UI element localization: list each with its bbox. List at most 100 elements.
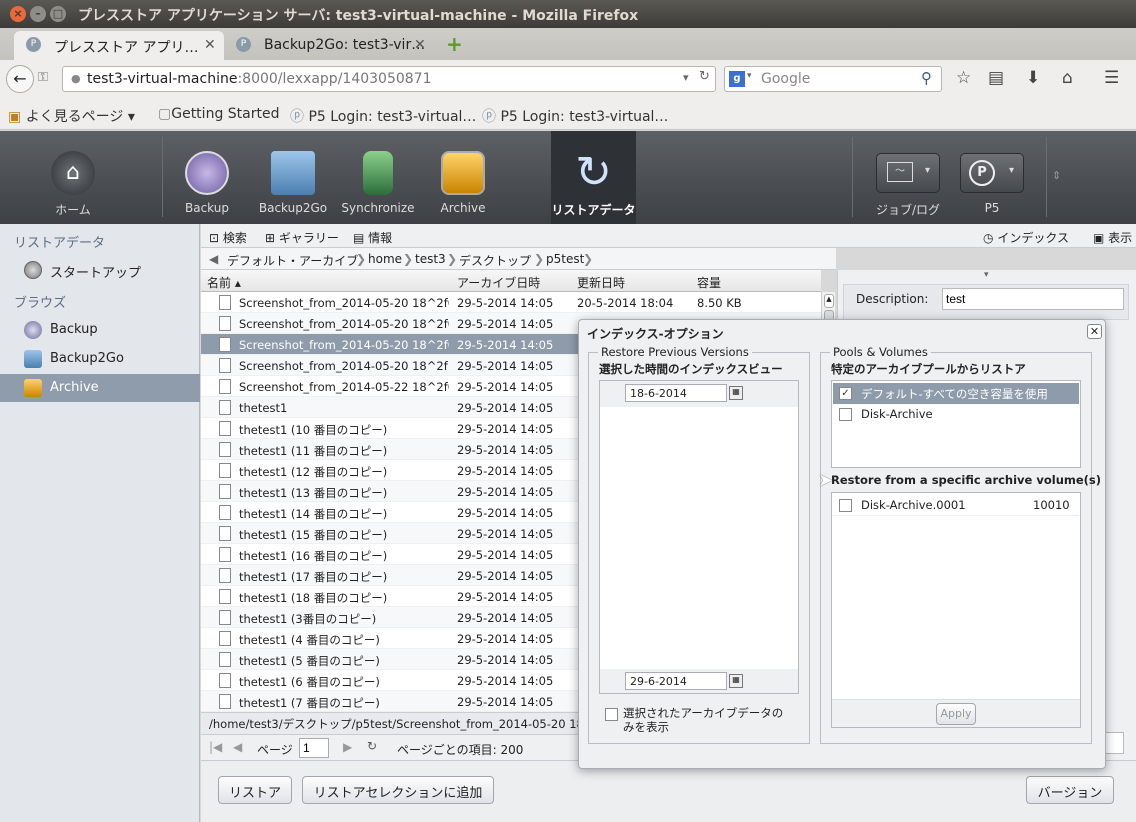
- bookmark-star-icon[interactable]: ☆: [956, 68, 971, 88]
- column-archive-date[interactable]: アーカイブ日時: [457, 274, 540, 291]
- download-icon[interactable]: ⬇: [1026, 68, 1040, 88]
- breadcrumb-back-icon[interactable]: ◀: [209, 252, 218, 266]
- volume-row[interactable]: Disk-Archive.0001 10010: [833, 494, 1079, 516]
- restore-action-button[interactable]: リストア: [218, 776, 292, 804]
- pool-checkbox[interactable]: [839, 408, 852, 421]
- column-modified-date[interactable]: 更新日時: [577, 274, 625, 291]
- gallery-button[interactable]: ⊞ ギャラリー: [265, 229, 339, 246]
- reload-icon[interactable]: ↻: [699, 69, 710, 84]
- bookmark-p5-login-2[interactable]: ⓟ P5 Login: test3-virtual…: [482, 106, 668, 126]
- chevron-down-icon[interactable]: ▾: [925, 165, 930, 176]
- chevron-down-icon[interactable]: ▾: [747, 71, 752, 81]
- pool-row-default[interactable]: ✓ デフォルト-すべての空き容量を使用: [833, 383, 1079, 404]
- info-button[interactable]: ▤ 情報: [353, 229, 392, 246]
- menu-icon[interactable]: ☰: [1104, 68, 1119, 88]
- volume-footer: Apply: [832, 699, 1080, 727]
- column-size[interactable]: 容量: [697, 274, 721, 291]
- google-icon[interactable]: g: [729, 71, 745, 87]
- sidebar-item-backup2go[interactable]: Backup2Go: [0, 345, 200, 373]
- index-view-label: 選択した時間のインデックスビュー: [599, 362, 783, 376]
- file-name: thetest1 (3番目のコピー): [239, 612, 377, 626]
- date-to-field[interactable]: 29-6-2014: [625, 672, 727, 690]
- archive-icon: [441, 151, 485, 195]
- backup-button[interactable]: Backup: [172, 131, 242, 224]
- index-clock-icon: ◷: [983, 231, 994, 245]
- backup2go-button[interactable]: Backup2Go: [252, 131, 334, 224]
- next-page-icon[interactable]: ▶: [343, 740, 352, 754]
- view-button[interactable]: ▣ 表示: [1093, 229, 1132, 246]
- back-icon[interactable]: ←: [6, 65, 34, 93]
- date-from-field[interactable]: 18-6-2014: [625, 384, 727, 402]
- sidebar-item-backup[interactable]: Backup: [0, 316, 200, 344]
- sidebar-item-startup[interactable]: スタートアップ: [0, 256, 200, 284]
- bookmark-getting-started[interactable]: ▢Getting Started: [158, 106, 279, 122]
- breadcrumb-item[interactable]: home: [368, 252, 402, 266]
- refresh-icon[interactable]: ↻: [367, 739, 377, 753]
- pool-row-disk-archive[interactable]: Disk-Archive: [833, 404, 1079, 425]
- sidebar-item-archive[interactable]: Archive: [0, 374, 200, 402]
- search-icon[interactable]: ⚲: [921, 69, 932, 87]
- restore-arrow-icon: ↻: [575, 147, 612, 198]
- maximize-window-icon[interactable]: □: [50, 6, 66, 22]
- backup-icon: [24, 321, 42, 339]
- expand-icon[interactable]: ⇕: [1052, 169, 1061, 182]
- tab-press-store[interactable]: P プレスストア アプリ… ✕: [14, 31, 224, 60]
- table-row[interactable]: Screenshot_from_2014-05-20 18^2f04^… 29-5…: [201, 292, 821, 313]
- pool-checkbox[interactable]: ✓: [839, 387, 852, 400]
- home-button[interactable]: ⌂ ホーム: [30, 131, 116, 224]
- breadcrumb-item[interactable]: test3: [415, 252, 446, 266]
- file-name: thetest1 (18 番目のコピー): [239, 591, 388, 605]
- add-to-restore-selection-button[interactable]: リストアセレクションに追加: [302, 776, 494, 804]
- gallery-icon: ⊞: [265, 231, 276, 245]
- search-input[interactable]: g ▾ Google ⚲: [724, 66, 942, 92]
- tab-backup2go[interactable]: P Backup2Go: test3-vir… ✕: [224, 31, 434, 60]
- description-field[interactable]: [942, 288, 1124, 310]
- archive-button[interactable]: Archive: [428, 131, 498, 224]
- version-button[interactable]: バージョン: [1026, 776, 1114, 804]
- close-tab-icon[interactable]: ✕: [204, 37, 216, 53]
- pager: |◀ ◀ ページ ▶ ↻ ページごとの項目: 200: [201, 734, 581, 760]
- synchronize-button[interactable]: Synchronize: [340, 131, 416, 224]
- p5-button[interactable]: P ▾ P5: [952, 131, 1032, 224]
- archive-date: 29-5-2014 14:05: [457, 548, 554, 562]
- page-input[interactable]: [299, 738, 329, 758]
- close-window-icon[interactable]: ×: [10, 6, 26, 22]
- file-name: Screenshot_from_2014-05-20 18^2f16^…: [239, 359, 449, 373]
- timeline-slider[interactable]: [599, 380, 799, 694]
- close-icon[interactable]: ✕: [1087, 324, 1102, 339]
- home-icon[interactable]: ⌂: [1062, 68, 1073, 88]
- search-tool-button[interactable]: ⊡ 検索: [209, 229, 247, 246]
- breadcrumb-item[interactable]: p5test: [546, 252, 584, 266]
- breadcrumb-item[interactable]: デスクトップ: [459, 252, 531, 269]
- bookmark-p5-login-1[interactable]: ⓟ P5 Login: test3-virtual…: [290, 106, 476, 126]
- calendar-icon[interactable]: ▦: [729, 386, 743, 400]
- chevron-down-icon[interactable]: ▾: [1009, 165, 1014, 176]
- url-bar[interactable]: ● test3-virtual-machine:8000/lexxapp/140…: [62, 66, 716, 92]
- prev-page-icon[interactable]: ◀: [233, 740, 242, 754]
- file-icon: [219, 610, 231, 625]
- volume-checkbox[interactable]: [839, 499, 852, 512]
- url-dropdown-icon[interactable]: ▾: [683, 71, 689, 84]
- volume-id: 10010: [1033, 498, 1070, 512]
- breadcrumb-item[interactable]: デフォルト・アーカイブ: [227, 252, 358, 269]
- apply-button[interactable]: Apply: [936, 703, 976, 725]
- joblog-button[interactable]: 〜 ▾ ジョブ/ログ: [868, 131, 948, 224]
- only-selected-checkbox[interactable]: [605, 708, 618, 721]
- restore-button[interactable]: ↻ リストアデータ: [551, 131, 636, 224]
- column-name[interactable]: 名前 ▴: [207, 274, 241, 291]
- file-icon: [219, 547, 231, 562]
- bookmark-most-visited[interactable]: ▣ よく見るページ ▾: [8, 106, 135, 126]
- bookmark-label: Getting Started: [171, 106, 280, 122]
- index-button[interactable]: ◷ インデックス: [983, 229, 1069, 246]
- minimize-window-icon[interactable]: –: [30, 6, 46, 22]
- file-name: Screenshot_from_2014-05-20 18^2f04^…: [239, 296, 449, 310]
- new-tab-icon[interactable]: +: [446, 32, 463, 56]
- info-icon: ▤: [353, 231, 365, 245]
- collapse-icon[interactable]: ▾: [984, 270, 989, 280]
- first-page-icon[interactable]: |◀: [209, 740, 222, 754]
- bookmarks-list-icon[interactable]: ▤: [988, 68, 1004, 88]
- calendar-icon[interactable]: ▦: [729, 674, 743, 688]
- window-titlebar: × – □ プレスストア アプリケーション サーバ: test3-virtual…: [0, 0, 1136, 28]
- close-tab-icon[interactable]: ✕: [414, 37, 426, 53]
- scroll-up-icon[interactable]: ▲: [824, 294, 834, 308]
